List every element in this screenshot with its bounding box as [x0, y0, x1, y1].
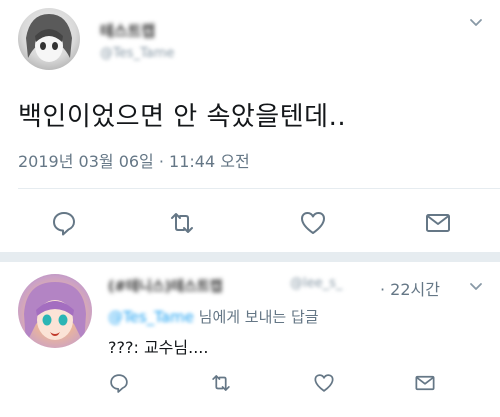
like-icon[interactable]	[313, 372, 335, 394]
tweet-text: 백인이었으면 안 속았을텐데..	[18, 102, 347, 132]
user-handle[interactable]: @lee_s_	[290, 276, 342, 291]
section-separator	[0, 252, 500, 262]
reply-tweet: (#테니스)테스트캡 @lee_s_ · 22시간 @Tes_Tame 님에게 …	[0, 262, 500, 417]
reply-text: ???: 교수님....	[108, 338, 209, 357]
chevron-down-icon[interactable]	[468, 278, 484, 294]
replying-to-suffix: 님에게 보내는 답글	[193, 308, 319, 326]
replying-to-label: @Tes_Tame 님에게 보내는 답글	[108, 306, 319, 327]
message-icon[interactable]	[414, 372, 436, 394]
tweet-timestamp[interactable]: 2019년 03월 06일 · 11:44 오전	[18, 148, 250, 172]
retweet-icon[interactable]	[210, 372, 232, 394]
user-handle[interactable]: @Tes_Tame	[100, 46, 174, 61]
reply-timestamp[interactable]: · 22시간	[380, 276, 440, 300]
reply-actions	[0, 372, 500, 396]
tweet-actions	[0, 209, 500, 237]
avatar[interactable]	[18, 274, 92, 348]
display-name[interactable]: (#테니스)테스트캡	[108, 276, 223, 296]
main-tweet: 테스트캡 @Tes_Tame 백인이었으면 안 속았을텐데.. 2019년 03…	[0, 0, 500, 252]
retweet-icon[interactable]	[168, 209, 196, 237]
avatar[interactable]	[18, 8, 80, 70]
reply-icon[interactable]	[50, 209, 78, 237]
display-name[interactable]: 테스트캡	[100, 20, 155, 41]
reply-icon[interactable]	[108, 372, 130, 394]
chevron-down-icon[interactable]	[468, 14, 484, 30]
divider	[18, 188, 500, 189]
message-icon[interactable]	[424, 209, 452, 237]
replying-to-handle[interactable]: @Tes_Tame	[108, 308, 194, 326]
like-icon[interactable]	[299, 209, 327, 237]
